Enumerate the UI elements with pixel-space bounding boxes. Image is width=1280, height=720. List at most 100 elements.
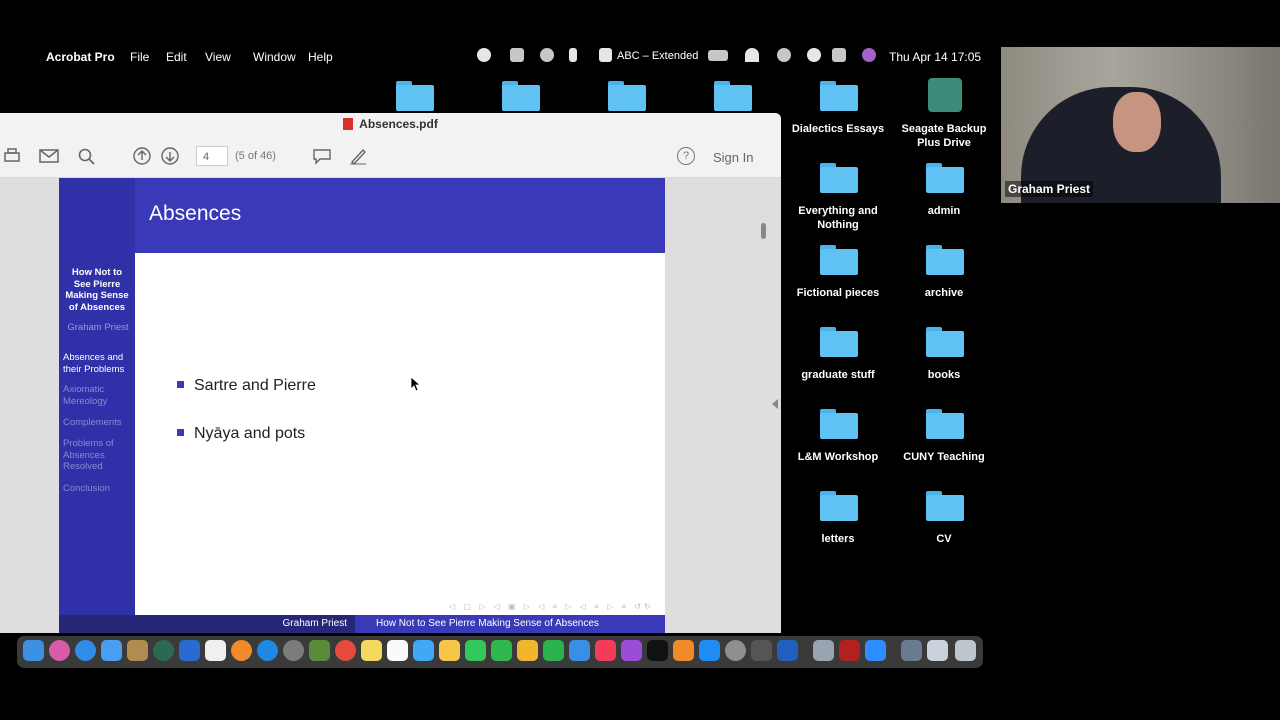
menu-help[interactable]: Help — [308, 50, 333, 64]
app-store-icon[interactable] — [699, 640, 720, 661]
numbers-icon[interactable] — [543, 640, 564, 661]
sidebar-talk-title[interactable]: How Not to See Pierre Making Sense of Ab… — [63, 267, 131, 313]
keynote-icon[interactable] — [569, 640, 590, 661]
finder-window-icon[interactable] — [813, 640, 834, 661]
folder-icon — [926, 245, 964, 275]
desktop-item-label: CUNY Teaching — [903, 451, 985, 463]
desktop-item-label: Seagate Backup Plus Drive — [901, 123, 987, 149]
wifi-icon[interactable] — [745, 48, 759, 62]
notes-icon[interactable] — [361, 640, 382, 661]
downloads-stack-icon[interactable] — [901, 640, 922, 661]
photos-icon[interactable] — [439, 640, 460, 661]
battery-icon[interactable] — [708, 50, 728, 61]
zoom-icon[interactable] — [865, 640, 886, 661]
beamer-navigation-icons[interactable]: ◁ ▢ ▷ ◁ ▣ ▷ ◁ ≡ ▷ ◁ ≡ ▷ ≡ ↺↻ — [449, 602, 654, 611]
window-titlebar[interactable]: Absences.pdf — [0, 113, 781, 135]
folder-icon — [820, 409, 858, 439]
email-icon[interactable] — [39, 147, 59, 165]
mail-icon[interactable] — [101, 640, 122, 661]
next-page-icon[interactable] — [160, 147, 180, 165]
sidebar-section-conclusion[interactable]: Conclusion — [63, 483, 129, 495]
pdf-slide-page: How Not to See Pierre Making Sense of Ab… — [59, 178, 665, 633]
page-count-label: (5 of 46) — [235, 150, 276, 162]
sign-pen-icon[interactable] — [348, 147, 368, 165]
facetime-icon[interactable] — [491, 640, 512, 661]
malwarebytes-icon[interactable] — [477, 48, 491, 62]
music-icon[interactable] — [595, 640, 616, 661]
podcasts-icon[interactable] — [621, 640, 642, 661]
notes-app-icon[interactable] — [127, 640, 148, 661]
vertical-scrollbar[interactable] — [761, 223, 766, 239]
system-preferences-icon[interactable] — [725, 640, 746, 661]
desktop-item-label: archive — [924, 287, 964, 299]
sidebar-author[interactable]: Graham Priest — [63, 322, 133, 334]
folder-icon[interactable] — [396, 81, 434, 111]
calendar-icon[interactable] — [205, 640, 226, 661]
previous-page-icon[interactable] — [132, 147, 152, 165]
page-number-input[interactable]: 4 — [196, 146, 228, 166]
time-machine-icon[interactable] — [777, 48, 791, 62]
chrome-icon[interactable] — [335, 640, 356, 661]
sidebar-section-absences[interactable]: Absences and their Problems — [63, 352, 133, 375]
skype-icon[interactable] — [257, 640, 278, 661]
reminders-icon[interactable] — [387, 640, 408, 661]
menu-edit[interactable]: Edit — [166, 50, 187, 64]
desktop-item-label: Fictional pieces — [796, 287, 880, 299]
slide-sidebar: How Not to See Pierre Making Sense of Ab… — [59, 178, 135, 633]
desktop-item-label: Everything and Nothing — [798, 205, 878, 231]
document-viewport[interactable]: How Not to See Pierre Making Sense of Ab… — [0, 178, 781, 633]
siri-app-icon[interactable] — [49, 640, 70, 661]
menu-window[interactable]: Window — [253, 50, 296, 64]
bluetooth-icon[interactable] — [569, 48, 577, 62]
tex-icon[interactable] — [283, 640, 304, 661]
folder-icon[interactable] — [608, 81, 646, 111]
pages-icon[interactable] — [517, 640, 538, 661]
folder-icon — [926, 409, 964, 439]
dropbox-icon[interactable] — [510, 48, 524, 62]
app-icon[interactable] — [179, 640, 200, 661]
window-title: Absences.pdf — [359, 117, 438, 131]
control-center-icon[interactable] — [832, 48, 846, 62]
acrobat-icon[interactable] — [839, 640, 860, 661]
screen-record-icon[interactable] — [540, 48, 554, 62]
finder-icon[interactable] — [23, 640, 44, 661]
help-app-icon[interactable] — [751, 640, 772, 661]
maps-icon[interactable] — [413, 640, 434, 661]
search-icon[interactable] — [77, 147, 97, 165]
app-icon[interactable] — [309, 640, 330, 661]
sidebar-section-complements[interactable]: Complements — [63, 417, 133, 429]
sidebar-section-problems-resolved[interactable]: Problems of Absences Resolved — [63, 438, 123, 473]
desktop-item-label: letters — [821, 533, 855, 545]
print-icon[interactable] — [2, 147, 22, 165]
books-app-icon[interactable] — [673, 640, 694, 661]
sidebar-section-axiomatic-mereology[interactable]: Axiomatic Mereology — [63, 384, 129, 407]
folder-icon — [820, 81, 858, 111]
apple-tv-icon[interactable] — [647, 640, 668, 661]
clock[interactable]: Thu Apr 14 17:05 — [889, 50, 981, 64]
app-menu[interactable]: Acrobat Pro — [46, 50, 115, 64]
documents-stack-icon[interactable] — [927, 640, 948, 661]
menu-view[interactable]: View — [205, 50, 231, 64]
messages-icon[interactable] — [465, 640, 486, 661]
spotlight-icon[interactable] — [807, 48, 821, 62]
trash-icon[interactable] — [955, 640, 976, 661]
bullet-text: Sartre and Pierre — [194, 377, 316, 394]
folder-icon[interactable] — [714, 81, 752, 111]
time-machine-app-icon[interactable] — [153, 640, 174, 661]
siri-icon[interactable] — [862, 48, 876, 62]
folder-icon[interactable] — [502, 81, 540, 111]
video-participant-tile[interactable]: Graham Priest — [1001, 47, 1280, 203]
desktop-item-label: L&M Workshop — [797, 451, 879, 463]
participant-name: Graham Priest — [1005, 181, 1094, 197]
firefox-icon[interactable] — [231, 640, 252, 661]
menu-file[interactable]: File — [130, 50, 149, 64]
slide-bullet: Nyāya and pots — [177, 425, 305, 443]
sign-in-button[interactable]: Sign In — [713, 150, 753, 165]
input-source-label[interactable]: ABC – Extended — [617, 50, 698, 62]
help-icon[interactable]: ? — [677, 147, 695, 165]
input-source-icon[interactable] — [599, 48, 612, 62]
word-icon[interactable] — [777, 640, 798, 661]
safari-icon[interactable] — [75, 640, 96, 661]
panel-collapse-icon[interactable] — [772, 399, 778, 409]
comment-icon[interactable] — [312, 147, 332, 165]
